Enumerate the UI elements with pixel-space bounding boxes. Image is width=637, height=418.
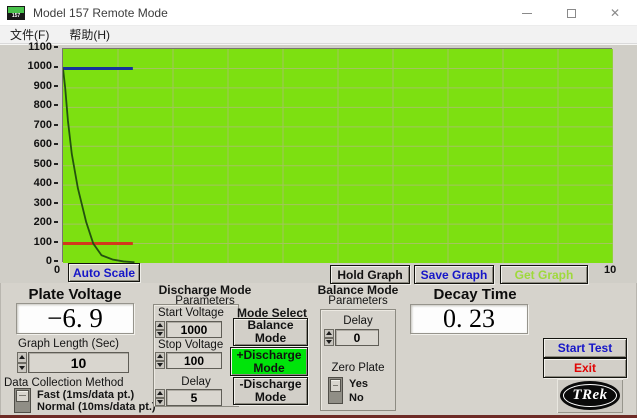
hold-graph-button[interactable]: Hold Graph (330, 265, 410, 284)
decay-chart (62, 48, 613, 263)
discharge-delay-spinner-arrows (155, 389, 165, 406)
y-axis-tick-label: 0 (14, 255, 58, 268)
exit-button[interactable]: Exit (543, 358, 627, 378)
window-controls: ✕ (505, 0, 637, 26)
discharge-delay-label: Delay (181, 376, 211, 388)
plot-svg (63, 49, 613, 263)
close-button[interactable]: ✕ (593, 0, 637, 26)
toggle-handle (16, 390, 29, 402)
zero-plate-option-yes[interactable]: Yes (349, 378, 368, 390)
zero-plate-option-no[interactable]: No (349, 392, 364, 404)
y-axis-tick-label: 700 (14, 119, 58, 132)
spin-up-icon[interactable] (155, 352, 165, 361)
discharge-delay-value[interactable]: 5 (166, 389, 222, 406)
stop-voltage-value[interactable]: 100 (166, 352, 222, 369)
spin-up-icon[interactable] (17, 352, 27, 363)
spin-down-icon[interactable] (155, 360, 165, 369)
save-graph-button[interactable]: Save Graph (414, 265, 494, 284)
y-axis-tick-label: 100 (14, 236, 58, 249)
x-axis-tick-label-max: 10 (604, 264, 617, 276)
title-bar: 157 Model 157 Remote Mode ✕ (0, 0, 637, 26)
zero-plate-toggle[interactable] (328, 377, 343, 404)
data-collection-option-normal[interactable]: Normal (10ms/data pt.) (37, 401, 156, 413)
y-axis-tick-label: 500 (14, 158, 58, 171)
negative-discharge-mode-button[interactable]: -Discharge Mode (233, 377, 308, 405)
start-voltage-spinner-arrows (155, 321, 165, 338)
zero-plate-label: Zero Plate (331, 362, 385, 374)
minimize-icon (522, 12, 532, 14)
spin-down-icon[interactable] (324, 337, 334, 346)
y-axis-tick-label: 1100 (14, 41, 58, 54)
decay-time-title: Decay Time (433, 286, 517, 303)
app-icon: 157 (7, 5, 25, 20)
spin-up-icon[interactable] (155, 389, 165, 398)
x-axis-tick-label-min: 0 (54, 264, 61, 276)
graph-length-value[interactable]: 10 (28, 352, 129, 373)
stop-voltage-spinner-arrows (155, 352, 165, 369)
graph-length-label: Graph Length (Sec) (18, 338, 120, 350)
trek-logo-text: TRek (572, 387, 608, 403)
y-axis-tick-label: 900 (14, 80, 58, 93)
menu-help[interactable]: 帮助(H) (59, 26, 120, 44)
start-test-button[interactable]: Start Test (543, 338, 627, 358)
toggle-handle (330, 379, 341, 392)
menu-bar: 文件(F) 帮助(H) (0, 26, 637, 44)
graph-length-spinner-arrows (17, 352, 27, 373)
stop-voltage-label: Stop Voltage (158, 339, 224, 351)
y-axis-tick-label: 200 (14, 216, 58, 229)
y-axis-tick-label: 600 (14, 138, 58, 151)
start-voltage-label: Start Voltage (158, 307, 224, 319)
app-window: { "window": { "title": "Model 157 Remote… (0, 0, 637, 418)
spin-down-icon[interactable] (155, 397, 165, 406)
get-graph-button[interactable]: Get Graph (500, 265, 588, 284)
y-axis-tick-label: 800 (14, 99, 58, 112)
data-collection-option-fast[interactable]: Fast (1ms/data pt.) (37, 389, 134, 401)
spin-up-icon[interactable] (324, 329, 334, 338)
plate-voltage-title: Plate Voltage (28, 286, 122, 303)
start-voltage-value[interactable]: 1000 (166, 321, 222, 338)
balance-params-title-2: Parameters (328, 295, 388, 307)
spin-up-icon[interactable] (155, 321, 165, 330)
trek-logo: TRek (557, 379, 623, 413)
close-icon: ✕ (609, 6, 621, 20)
minimize-button[interactable] (505, 0, 549, 26)
y-axis-tick-label: 1000 (14, 60, 58, 73)
y-axis-tick-label: 400 (14, 177, 58, 190)
plate-voltage-display: −6. 9 (16, 303, 134, 334)
window-title: Model 157 Remote Mode (33, 5, 168, 20)
maximize-button[interactable] (549, 0, 593, 26)
app-icon-label: 157 (11, 12, 21, 19)
balance-delay-value[interactable]: 0 (335, 329, 379, 346)
data-collection-toggle[interactable] (14, 388, 31, 413)
trek-logo-ellipse: TRek (560, 381, 620, 410)
balance-mode-button[interactable]: Balance Mode (233, 318, 308, 346)
y-axis-tick-label: 300 (14, 197, 58, 210)
spin-down-icon[interactable] (155, 329, 165, 338)
decay-time-display: 0. 23 (410, 304, 528, 334)
positive-discharge-mode-button[interactable]: +Discharge Mode (230, 347, 308, 376)
spin-down-icon[interactable] (17, 362, 27, 373)
auto-scale-button[interactable]: Auto Scale (68, 263, 140, 282)
maximize-icon (566, 8, 576, 18)
balance-delay-label: Delay (343, 315, 373, 327)
balance-delay-spinner-arrows (324, 329, 334, 346)
